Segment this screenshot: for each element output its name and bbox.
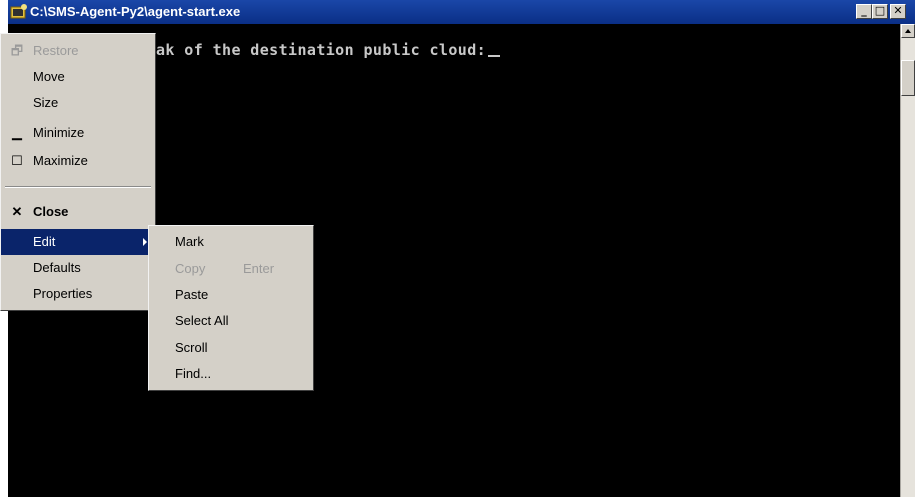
menu-item-label: Paste [175, 287, 209, 302]
menu-item-find[interactable]: Find... [149, 361, 313, 387]
menu-item-edit[interactable]: Edit [1, 229, 155, 255]
menu-item-label: Move [33, 69, 65, 84]
menu-item-label: Minimize [33, 125, 85, 140]
console-prompt-line: ak of the destination public cloud: [156, 41, 501, 59]
close-button[interactable]: ✕ [890, 4, 906, 19]
maximize-icon: ☐ [11, 153, 23, 168]
menu-item-label: Mark [175, 234, 204, 249]
menu-item-label: Restore [33, 43, 79, 58]
vertical-scrollbar[interactable] [900, 24, 915, 497]
menu-item-mark[interactable]: Mark [149, 229, 313, 255]
menu-item-close[interactable]: ✕ Close [1, 199, 155, 225]
minimize-icon: ▁ [12, 125, 22, 140]
menu-separator [5, 186, 151, 188]
title-bar[interactable]: C:\SMS-Agent-Py2\agent-start.exe _ □ ✕ [8, 0, 915, 24]
console-text: ak of the destination public cloud: [156, 41, 487, 59]
maximize-icon: □ [874, 4, 886, 17]
menu-item-move[interactable]: Move [1, 64, 155, 90]
edit-submenu: Mark Copy Enter Paste Select All Scroll … [148, 225, 314, 391]
menu-item-defaults[interactable]: Defaults [1, 255, 155, 281]
menu-item-label: Copy [175, 261, 206, 276]
scroll-thumb[interactable] [901, 60, 915, 96]
menu-item-label: Close [33, 204, 69, 219]
menu-item-label: Scroll [175, 340, 208, 355]
minimize-icon: _ [861, 4, 867, 17]
menu-item-label: Size [33, 95, 59, 110]
menu-item-maximize[interactable]: ☐ Maximize [1, 148, 155, 174]
console-app-icon[interactable] [10, 4, 28, 20]
menu-item-label: Find... [175, 366, 212, 381]
window-title: C:\SMS-Agent-Py2\agent-start.exe [30, 4, 241, 19]
submenu-arrow-icon [143, 238, 147, 246]
menu-item-properties[interactable]: Properties [1, 281, 155, 307]
menu-item-label: Properties [33, 286, 93, 301]
menu-item-paste[interactable]: Paste [149, 282, 313, 308]
menu-item-shortcut: Enter [243, 261, 275, 276]
restore-icon: 🗗 [10, 43, 24, 58]
text-cursor [488, 55, 501, 57]
maximize-button[interactable]: □ [872, 4, 888, 19]
minimize-button[interactable]: _ [856, 4, 872, 19]
close-icon: ✕ [11, 204, 23, 219]
close-icon: ✕ [893, 4, 903, 17]
menu-item-label: Select All [175, 313, 229, 328]
menu-item-restore[interactable]: 🗗 Restore [1, 38, 155, 64]
menu-item-minimize[interactable]: ▁ Minimize [1, 120, 155, 146]
menu-item-select-all[interactable]: Select All [149, 308, 313, 334]
scroll-up-button[interactable] [901, 24, 915, 38]
menu-item-label: Defaults [33, 260, 81, 275]
menu-item-label: Edit [33, 234, 56, 249]
menu-item-copy[interactable]: Copy Enter [149, 256, 313, 282]
menu-item-size[interactable]: Size [1, 90, 155, 116]
system-menu: 🗗 Restore Move Size ▁ Minimize ☐ Maximiz… [0, 33, 156, 311]
menu-item-label: Maximize [33, 153, 88, 168]
menu-item-scroll[interactable]: Scroll [149, 335, 313, 361]
